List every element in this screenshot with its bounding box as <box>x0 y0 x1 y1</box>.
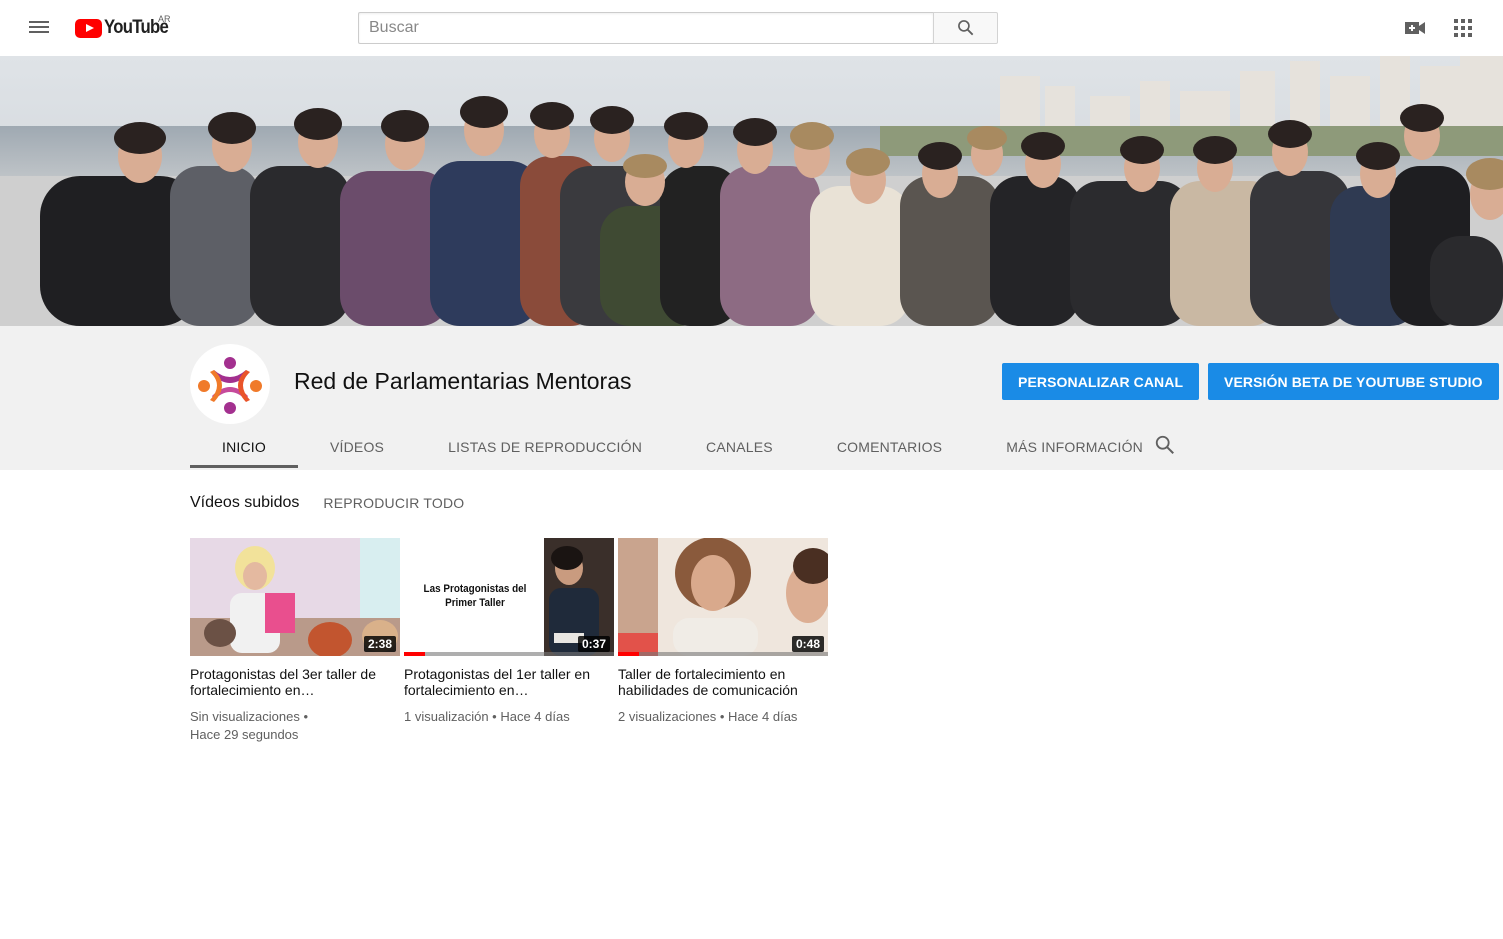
channel-banner <box>0 56 1503 326</box>
progress-track <box>618 652 828 656</box>
uploads-section-header: Vídeos subidos REPRODUCIR TODO <box>190 494 464 512</box>
progress-track <box>404 652 614 656</box>
thumbnail-caption: Las Protagonistas del Primer Taller <box>423 583 527 609</box>
search-icon <box>957 20 973 36</box>
youtube-play-icon <box>75 18 102 38</box>
upload-video-icon[interactable] <box>1403 16 1427 40</box>
apps-icon[interactable] <box>1451 16 1475 40</box>
video-views: 2 visualizaciones • Hace 4 días <box>618 709 798 724</box>
video-title[interactable]: Protagonistas del 3er taller de fortalec… <box>190 666 400 698</box>
video-card[interactable]: Las Protagonistas del Primer Taller 0:37… <box>404 538 614 744</box>
tab-home[interactable]: INICIO <box>190 424 298 470</box>
video-thumbnail[interactable]: 2:38 <box>190 538 400 656</box>
channel-tabs: INICIO VÍDEOS LISTAS DE REPRODUCCIÓN CAN… <box>190 424 1175 470</box>
video-metadata: Sin visualizaciones • Hace 29 segundos <box>190 708 400 744</box>
tab-videos[interactable]: VÍDEOS <box>298 424 416 470</box>
video-thumbnail[interactable]: 0:48 <box>618 538 828 656</box>
video-title[interactable]: Taller de fortalecimiento en habilidades… <box>618 666 828 698</box>
tab-about[interactable]: MÁS INFORMACIÓN <box>974 424 1175 470</box>
tab-channels[interactable]: CANALES <box>674 424 805 470</box>
video-card[interactable]: 2:38 Protagonistas del 3er taller de for… <box>190 538 400 744</box>
tab-playlists[interactable]: LISTAS DE REPRODUCCIÓN <box>416 424 674 470</box>
search-input[interactable] <box>358 12 933 44</box>
search-button[interactable] <box>933 12 998 44</box>
video-title[interactable]: Protagonistas del 1er taller en fortalec… <box>404 666 614 698</box>
masthead: YouTube AR <box>0 0 1503 56</box>
tab-discussion[interactable]: COMENTARIOS <box>805 424 974 470</box>
video-list: 2:38 Protagonistas del 3er taller de for… <box>190 538 832 744</box>
video-thumbnail[interactable]: Las Protagonistas del Primer Taller 0:37 <box>404 538 614 656</box>
video-metadata: 2 visualizaciones • Hace 4 días <box>618 708 828 726</box>
channel-search-icon[interactable] <box>1154 434 1178 458</box>
video-age: Hace 29 segundos <box>190 727 299 742</box>
section-title[interactable]: Vídeos subidos <box>190 494 299 512</box>
country-code: AR <box>158 14 171 24</box>
channel-name: Red de Parlamentarias Mentoras <box>294 368 632 394</box>
video-views: Sin visualizaciones • <box>190 709 308 724</box>
video-views: 1 visualización • Hace 4 días <box>404 709 570 724</box>
youtube-logo[interactable]: YouTube AR <box>75 14 177 39</box>
channel-logo-icon <box>198 357 262 414</box>
youtube-studio-beta-button[interactable]: VERSIÓN BETA DE YOUTUBE STUDIO <box>1208 363 1499 400</box>
menu-icon[interactable] <box>27 18 51 38</box>
video-duration: 2:38 <box>363 636 396 652</box>
watch-progress-bar <box>618 652 639 656</box>
channel-header: Red de Parlamentarias Mentoras PERSONALI… <box>0 326 1503 470</box>
watch-progress-bar <box>404 652 425 656</box>
play-all-button[interactable]: REPRODUCIR TODO <box>323 495 464 511</box>
customize-channel-button[interactable]: PERSONALIZAR CANAL <box>1002 363 1200 400</box>
video-card[interactable]: 0:48 Taller de fortalecimiento en habili… <box>618 538 828 744</box>
channel-avatar[interactable] <box>190 344 270 424</box>
video-duration: 0:37 <box>577 636 610 652</box>
banner-photo <box>0 56 1503 326</box>
video-metadata: 1 visualización • Hace 4 días <box>404 708 614 726</box>
search-box <box>358 12 998 44</box>
video-duration: 0:48 <box>791 636 824 652</box>
